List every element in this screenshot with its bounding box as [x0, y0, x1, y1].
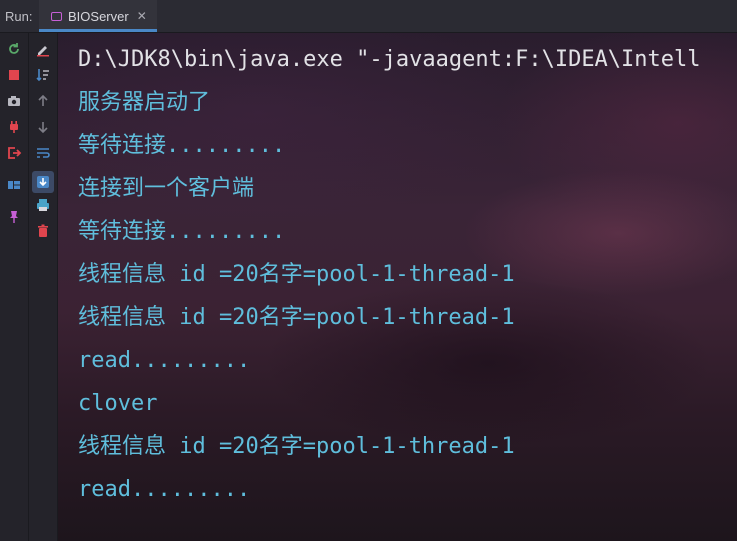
exit-icon[interactable]	[6, 145, 22, 161]
plug-icon[interactable]	[6, 119, 22, 135]
console-line: clover	[78, 391, 158, 416]
console-line: read.........	[78, 477, 251, 502]
arrow-up-icon[interactable]	[35, 93, 51, 109]
rerun-icon[interactable]	[6, 41, 22, 57]
console-line: 等待连接.........	[78, 133, 286, 158]
stop-icon[interactable]	[6, 67, 22, 83]
trash-icon[interactable]	[35, 223, 51, 239]
clear-edit-icon[interactable]	[35, 41, 51, 57]
tab-bioserver[interactable]: BIOServer ✕	[39, 0, 157, 32]
console-output[interactable]: D:\JDK8\bin\java.exe "-javaagent:F:\IDEA…	[58, 33, 737, 541]
console-line: 服务器启动了	[78, 90, 211, 115]
console-line: 线程信息 id =20名字=pool-1-thread-1	[78, 305, 515, 330]
run-label: Run:	[5, 8, 33, 24]
run-tab-bar: Run: BIOServer ✕	[0, 0, 737, 33]
console-line: read.........	[78, 348, 251, 373]
scroll-to-end-icon[interactable]	[32, 171, 54, 193]
sort-icon[interactable]	[35, 67, 51, 83]
soft-wrap-icon[interactable]	[35, 145, 51, 161]
console-toolbar	[29, 33, 58, 541]
camera-icon[interactable]	[6, 93, 22, 109]
run-toolbar	[0, 33, 29, 541]
console-line: 连接到一个客户端	[78, 176, 255, 201]
console-line: 线程信息 id =20名字=pool-1-thread-1	[78, 262, 515, 287]
run-config-icon	[51, 11, 62, 21]
pin-icon[interactable]	[6, 209, 22, 225]
tab-title: BIOServer	[68, 8, 129, 24]
console-line: D:\JDK8\bin\java.exe "-javaagent:F:\IDEA…	[78, 47, 701, 72]
layout-icon[interactable]	[6, 177, 22, 193]
arrow-down-icon[interactable]	[35, 119, 51, 135]
close-icon[interactable]: ✕	[137, 9, 147, 23]
console-line: 等待连接.........	[78, 219, 286, 244]
console-line: 线程信息 id =20名字=pool-1-thread-1	[78, 434, 515, 459]
print-icon[interactable]	[35, 197, 51, 213]
